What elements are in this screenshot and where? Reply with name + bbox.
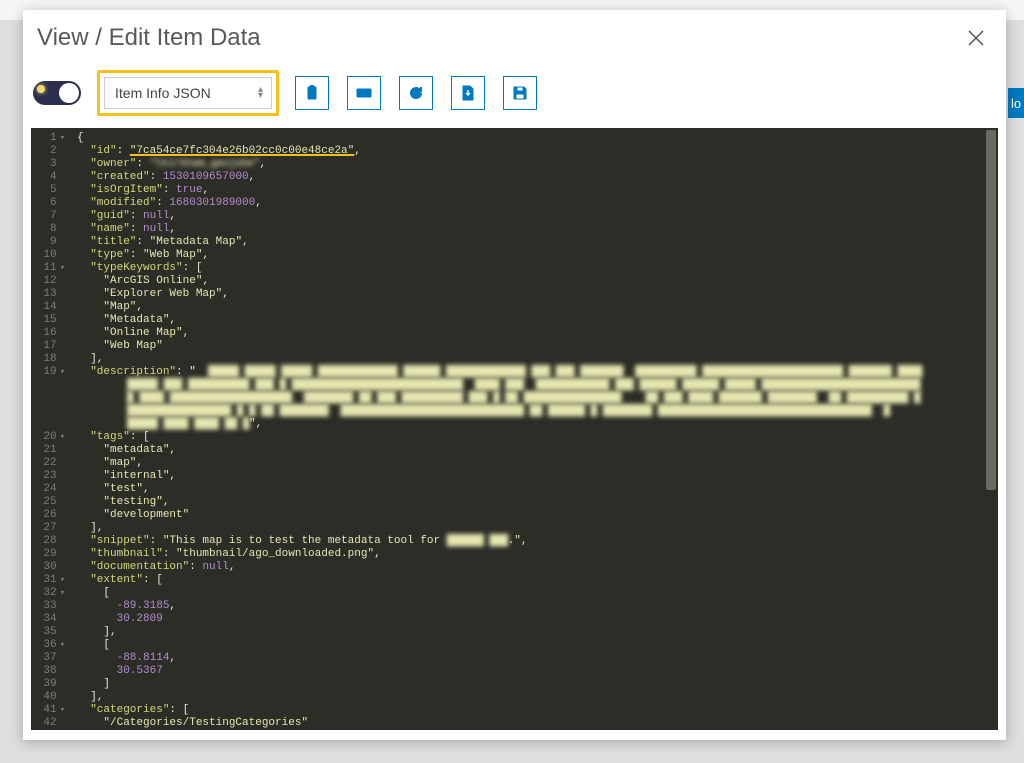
data-type-select-highlight: Item Info JSON ▴▾ bbox=[97, 70, 279, 116]
editor-gutter: 1▾2 3 4 5 6 7 8 9 10 11▾12 13 14 15 16 1… bbox=[31, 128, 75, 730]
refresh-button[interactable] bbox=[399, 76, 433, 110]
json-editor[interactable]: 1▾2 3 4 5 6 7 8 9 10 11▾12 13 14 15 16 1… bbox=[31, 128, 998, 730]
side-badge: lo bbox=[1008, 88, 1024, 118]
select-value: Item Info JSON bbox=[115, 85, 211, 101]
theme-toggle[interactable] bbox=[33, 81, 81, 105]
toolbar: Item Info JSON ▴▾ bbox=[23, 62, 1006, 128]
modal-title: View / Edit Item Data bbox=[37, 24, 966, 52]
close-icon[interactable] bbox=[966, 28, 986, 48]
editor-code[interactable]: { "id": "7ca54ce7fc304e26b02cc0c00e48ce2… bbox=[77, 128, 984, 730]
clipboard-button[interactable] bbox=[295, 76, 329, 110]
scrollbar-vertical[interactable] bbox=[986, 130, 996, 490]
data-type-select[interactable]: Item Info JSON ▴▾ bbox=[104, 77, 272, 109]
download-button[interactable] bbox=[451, 76, 485, 110]
chevron-updown-icon: ▴▾ bbox=[258, 87, 263, 99]
save-button[interactable] bbox=[503, 76, 537, 110]
modal-view-edit-item-data: View / Edit Item Data Item Info JSON ▴▾ bbox=[23, 10, 1006, 740]
keyboard-button[interactable] bbox=[347, 76, 381, 110]
